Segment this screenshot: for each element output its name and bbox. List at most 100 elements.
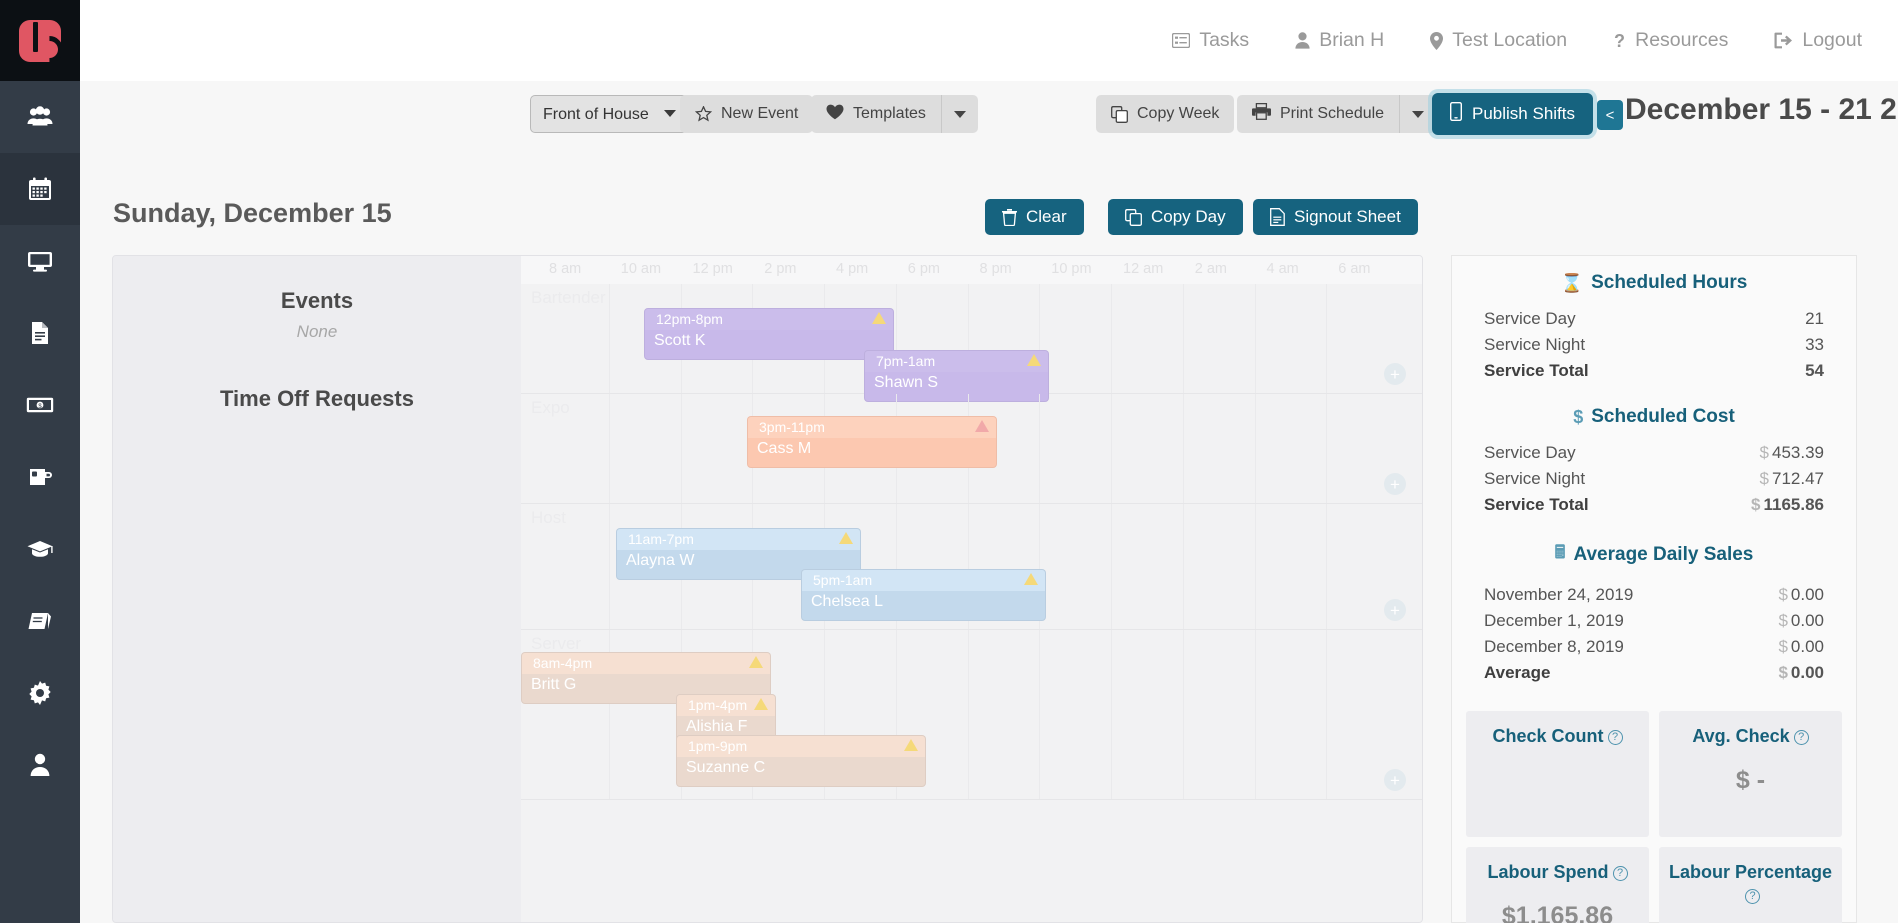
signout-sheet-button[interactable]: Signout Sheet <box>1253 199 1418 235</box>
help-icon[interactable]: ? <box>1612 866 1628 882</box>
svg-text:?: ? <box>1614 32 1625 50</box>
time-tick: 10 am <box>620 261 662 277</box>
shift-block[interactable]: 5pm-1am Chelsea L <box>801 569 1046 621</box>
grid-line <box>608 394 610 503</box>
grid-line <box>1111 394 1112 503</box>
role-row: Host 11am-7pm Alayna W 5pm-1am Chelsea L + <box>521 504 1422 630</box>
shift-block[interactable]: 1pm-9pm Suzanne C <box>676 735 926 787</box>
stat-row-label: Average <box>1484 663 1551 682</box>
shift-block[interactable]: 12pm-8pm Scott K <box>644 308 894 360</box>
sidebar-item-account[interactable] <box>0 729 80 801</box>
templates-dropdown-toggle[interactable] <box>941 95 978 133</box>
grid-line <box>1111 504 1112 629</box>
app-logo[interactable] <box>0 0 80 81</box>
mug-icon <box>28 466 52 488</box>
copy-day-button[interactable]: Copy Day <box>1108 199 1243 235</box>
grid-line <box>1182 504 1184 629</box>
grid-line <box>1326 504 1328 629</box>
templates-split-button: Templates <box>811 95 978 133</box>
stat-row: Service Day 21 <box>1452 306 1856 332</box>
help-icon[interactable]: ? <box>1793 730 1809 746</box>
role-row: Bartender 12pm-8pm Scott K 7pm-1am Shawn S + <box>521 284 1422 402</box>
currency-symbol: $ <box>1751 495 1761 514</box>
print-dropdown-toggle[interactable] <box>1400 95 1437 133</box>
print-schedule-button[interactable]: Print Schedule <box>1237 95 1401 133</box>
copy-day-label: Copy Day <box>1151 207 1226 226</box>
grid-line <box>1111 630 1112 799</box>
sidebar-item-dashboard[interactable] <box>0 225 80 297</box>
nav-tasks[interactable]: Tasks <box>1172 29 1249 52</box>
sidebar-item-documents[interactable] <box>0 297 80 369</box>
chevron-down-icon <box>1412 110 1425 118</box>
shift-time: 7pm-1am <box>865 351 1048 372</box>
calendar-icon <box>28 177 52 201</box>
time-tick: 6 pm <box>907 261 940 277</box>
scheduled-hours-rows: Service Day 21 Service Night 33 Service Tota… <box>1452 306 1856 384</box>
nav-logout[interactable]: Logout <box>1774 29 1862 52</box>
copy-week-button[interactable]: Copy Week <box>1096 95 1235 133</box>
add-shift-button[interactable]: + <box>1384 473 1406 495</box>
graduation-cap-icon <box>26 539 54 559</box>
time-tick: 12 pm <box>692 261 733 277</box>
stat-row-value: $0.00 <box>1778 663 1824 682</box>
department-select[interactable]: Front of House <box>530 95 688 133</box>
signout-sheet-label: Signout Sheet <box>1294 207 1401 226</box>
mobile-icon <box>1449 101 1463 126</box>
stat-row: Service Night 33 <box>1452 332 1856 358</box>
time-tick: 6 am <box>1338 261 1371 277</box>
templates-button[interactable]: Templates <box>811 95 942 133</box>
nav-user-label: Brian H <box>1319 29 1385 51</box>
time-tick: 4 pm <box>836 261 869 277</box>
stat-row-value: $0.00 <box>1778 637 1824 656</box>
help-icon[interactable]: ? <box>1607 730 1623 746</box>
help-icon[interactable]: ? <box>1745 888 1760 904</box>
shift-time: 11am-7pm <box>617 529 860 550</box>
add-shift-button[interactable]: + <box>1384 769 1406 791</box>
shift-block[interactable]: 3pm-11pm Cass M <box>747 416 997 468</box>
sidebar-item-settings[interactable] <box>0 657 80 729</box>
new-event-button[interactable]: New Event <box>680 95 814 133</box>
add-shift-button[interactable]: + <box>1384 363 1406 385</box>
warning-icon <box>839 532 853 544</box>
sidebar-item-logbook[interactable] <box>0 585 80 657</box>
money-icon: $ <box>26 397 54 413</box>
role-label: Bartender <box>531 288 606 307</box>
sidebar-item-schedule[interactable] <box>0 153 80 225</box>
sidebar-item-payroll[interactable]: $ <box>0 369 80 441</box>
stat-row: Service Total 54 <box>1452 358 1856 384</box>
stat-row: Service Day $453.39 <box>1452 440 1856 466</box>
stat-row-value: $1165.86 <box>1751 495 1824 514</box>
day-title: Sunday, December 15 <box>113 198 392 228</box>
stat-row-label: Service Total <box>1484 495 1589 514</box>
grid-line <box>1111 284 1112 393</box>
print-schedule-label: Print Schedule <box>1280 105 1385 122</box>
clear-button[interactable]: Clear <box>985 199 1084 235</box>
prev-week-label: < <box>1605 106 1615 124</box>
grid-line <box>1326 630 1328 799</box>
sidebar-item-training[interactable] <box>0 513 80 585</box>
new-event-label: New Event <box>721 105 799 122</box>
time-tick: 12 am <box>1123 261 1164 277</box>
stat-row-label: December 1, 2019 <box>1484 611 1624 630</box>
nav-user[interactable]: Brian H <box>1295 29 1384 52</box>
prev-week-button[interactable]: < <box>1597 100 1623 130</box>
nav-location[interactable]: Test Location <box>1430 29 1567 52</box>
sidebar-item-employees[interactable] <box>0 81 80 153</box>
stat-card-title: Labour Percentage? <box>1667 861 1834 906</box>
person-icon <box>30 753 50 777</box>
currency-symbol: $ <box>1778 611 1788 630</box>
shift-time: 1pm-9pm <box>677 736 925 757</box>
publish-shifts-button[interactable]: Publish Shifts <box>1432 93 1593 135</box>
add-shift-button[interactable]: + <box>1384 599 1406 621</box>
app-root: $ Tasks Brian H Test Location ? Resource… <box>0 0 1898 923</box>
warning-icon <box>749 656 763 668</box>
notebook-icon <box>27 610 53 632</box>
nav-resources[interactable]: ? Resources <box>1613 29 1728 52</box>
document-icon <box>1270 208 1285 226</box>
stat-row-value: 21 <box>1805 309 1824 328</box>
currency-symbol: $ <box>1759 443 1769 462</box>
grid-line <box>1182 394 1184 503</box>
copy-icon <box>1111 105 1128 123</box>
templates-label: Templates <box>853 105 926 122</box>
sidebar-item-breaks[interactable] <box>0 441 80 513</box>
